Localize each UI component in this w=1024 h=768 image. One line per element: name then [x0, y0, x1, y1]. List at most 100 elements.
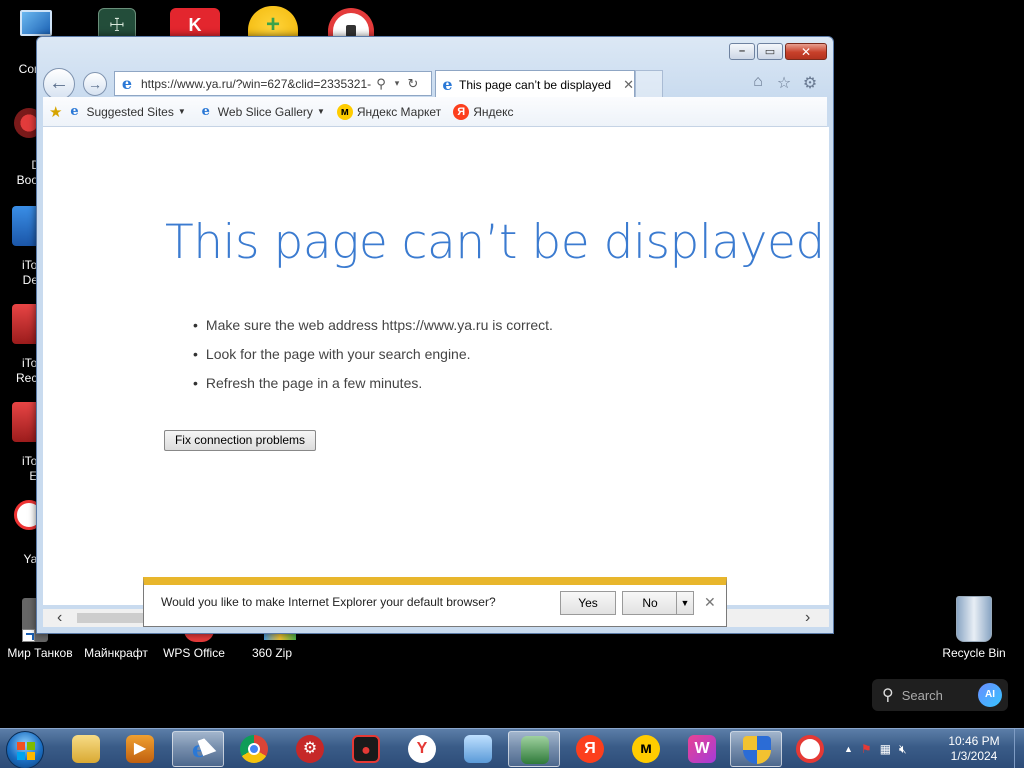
taskbar-yandex-browser[interactable]: Y — [396, 731, 448, 767]
fav-suggested-sites[interactable]: e Suggested Sites ▼ — [66, 104, 185, 120]
desktop-label: WPS Office — [163, 646, 225, 660]
ie-browser-window: – ▭ ✕ ← → e https://www.ya.ru/?win=627&c… — [36, 36, 834, 634]
yandex-browser-icon: Y — [408, 735, 436, 763]
windows-logo-icon — [17, 742, 35, 760]
show-desktop-button[interactable] — [1014, 729, 1024, 768]
desktop-label: Recycle Bin — [942, 646, 1006, 660]
maximize-button[interactable]: ▭ — [757, 43, 783, 60]
taskbar-itop-driver[interactable]: ⚙ — [284, 731, 336, 767]
clock-date: 1/3/2024 — [950, 749, 998, 763]
yes-button[interactable]: Yes — [560, 591, 616, 615]
yandex-icon: Я — [453, 103, 470, 120]
shortcut-arrow-icon — [22, 629, 35, 642]
search-placeholder: Search — [901, 687, 943, 703]
ie-logo-icon: e — [70, 103, 79, 119]
error-title: This page can’t be displayed — [165, 215, 825, 270]
favorites-star-icon[interactable]: ★ — [49, 103, 62, 121]
fav-label: Яндекс — [473, 104, 514, 119]
close-notification-icon[interactable]: ✕ — [704, 594, 716, 611]
taskbar-wps[interactable]: W — [676, 731, 728, 767]
taskbar-explorer[interactable] — [60, 731, 112, 767]
network-icon[interactable]: ▦ — [880, 742, 891, 756]
start-button[interactable] — [6, 731, 44, 768]
taskbar-control-panel[interactable] — [452, 731, 504, 767]
wps-icon: W — [688, 735, 716, 763]
lock-badge-icon — [796, 735, 824, 763]
taskbar-security-app[interactable] — [784, 731, 836, 767]
taskbar-uac-shield[interactable] — [730, 731, 782, 767]
yandex-market-icon: м — [632, 735, 660, 763]
taskbar-yandex-market[interactable]: м — [620, 731, 672, 767]
folder-icon — [72, 735, 100, 763]
forward-arrow-icon: → — [88, 76, 102, 92]
fav-label: Suggested Sites — [86, 104, 174, 119]
fix-connection-button[interactable]: Fix connection problems — [164, 430, 316, 451]
suggestion-item: Refresh the page in a few minutes. — [193, 369, 553, 398]
close-tab-icon[interactable]: ✕ — [623, 77, 634, 93]
close-window-button[interactable]: ✕ — [785, 43, 827, 60]
address-url[interactable]: https://www.ya.ru/?win=627&clid=2335321- — [141, 77, 373, 91]
taskbar: ▶ e ⚙ ● Y Я м W ▲ ⚑ ▦ 🔇︎ 10:46 PM 1/3/20… — [0, 728, 1024, 768]
fav-yandex-market[interactable]: м Яндекс Маркет — [336, 103, 441, 120]
system-tray: ▲ ⚑ ▦ 🔇︎ — [844, 729, 907, 768]
window-caption-buttons: – ▭ ✕ — [729, 43, 827, 60]
back-button[interactable]: ← — [43, 68, 75, 100]
favorites-star-icon[interactable]: ☆ — [775, 73, 793, 93]
search-icon[interactable]: ⚲ — [373, 76, 389, 92]
favorites-bar: ★ e Suggested Sites ▼ e Web Slice Galler… — [43, 97, 827, 127]
show-hidden-icons-icon[interactable]: ▲ — [844, 744, 853, 754]
no-button[interactable]: No ▼ — [622, 591, 694, 615]
dropdown-arrow-icon[interactable]: ▾ — [389, 78, 405, 89]
kaspersky-icon: K — [188, 15, 202, 35]
taskbar-system-app[interactable] — [508, 731, 560, 767]
desktop-label: 360 Zip — [251, 646, 293, 660]
fav-yandex[interactable]: Я Яндекс — [453, 103, 514, 120]
page-content: This page can’t be displayed Make sure t… — [43, 127, 829, 605]
dropdown-arrow-icon: ▼ — [316, 107, 325, 116]
error-suggestions: Make sure the web address https://www.ya… — [193, 311, 553, 398]
suggestion-item: Make sure the web address https://www.ya… — [193, 311, 553, 340]
dropdown-arrow-icon: ▼ — [177, 107, 186, 116]
shield-icon — [743, 736, 771, 764]
computer-icon — [20, 10, 52, 36]
gear-icon[interactable]: ⚙ — [801, 73, 819, 93]
taskbar-clock[interactable]: 10:46 PM 1/3/2024 — [940, 734, 1008, 764]
clock-time: 10:46 PM — [948, 734, 1000, 748]
desktop-label: Мир Танков — [7, 646, 73, 660]
suggestion-item: Look for the page with your search engin… — [193, 340, 553, 369]
volume-muted-icon[interactable]: 🔇︎ — [899, 742, 907, 757]
desktop-search-widget[interactable]: ⚲ Search AI — [872, 679, 1008, 711]
notification-message: Would you like to make Internet Explorer… — [161, 595, 496, 609]
taskbar-screen-recorder[interactable]: ● — [340, 731, 392, 767]
taskbar-media-player[interactable]: ▶ — [114, 731, 166, 767]
home-icon[interactable]: ⌂ — [749, 73, 767, 93]
taskbar-chrome[interactable] — [228, 731, 280, 767]
yandex-market-icon: м — [336, 103, 353, 120]
taskbar-yandex[interactable]: Я — [564, 731, 616, 767]
desktop-icon-recycle-bin[interactable]: Recycle Bin — [934, 596, 1014, 661]
scroll-right-icon[interactable]: › — [805, 609, 810, 627]
minimize-button[interactable]: – — [729, 43, 755, 60]
forward-button[interactable]: → — [83, 72, 107, 96]
ai-assistant-icon[interactable]: AI — [978, 683, 1002, 707]
navigation-bar: ← → e https://www.ya.ru/?win=627&clid=23… — [43, 67, 827, 101]
dropdown-arrow-icon[interactable]: ▼ — [676, 592, 693, 614]
ie-logo-icon: e — [201, 103, 210, 119]
gear-shield-icon: ⚙ — [296, 735, 324, 763]
browser-tools: ⌂ ☆ ⚙ — [749, 73, 819, 93]
refresh-icon[interactable]: ↻ — [405, 76, 421, 92]
minimize-icon: – — [738, 45, 746, 57]
address-bar[interactable]: e https://www.ya.ru/?win=627&clid=233532… — [114, 71, 432, 96]
taskbar-internet-explorer[interactable]: e — [172, 731, 224, 767]
restore-icon: ▭ — [764, 46, 776, 58]
chrome-icon — [240, 735, 268, 763]
scroll-thumb[interactable] — [77, 613, 147, 623]
fav-web-slice-gallery[interactable]: e Web Slice Gallery ▼ — [198, 104, 325, 120]
action-center-icon[interactable]: ⚑ — [861, 742, 872, 756]
default-browser-notification: Would you like to make Internet Explorer… — [143, 577, 727, 627]
scroll-left-icon[interactable]: ‹ — [57, 609, 62, 627]
ie-logo-icon: e — [442, 74, 453, 94]
fav-label: Web Slice Gallery — [217, 104, 313, 119]
new-tab-button[interactable] — [635, 70, 663, 98]
tab-error-page[interactable]: e This page can’t be displayed ✕ — [435, 70, 635, 98]
